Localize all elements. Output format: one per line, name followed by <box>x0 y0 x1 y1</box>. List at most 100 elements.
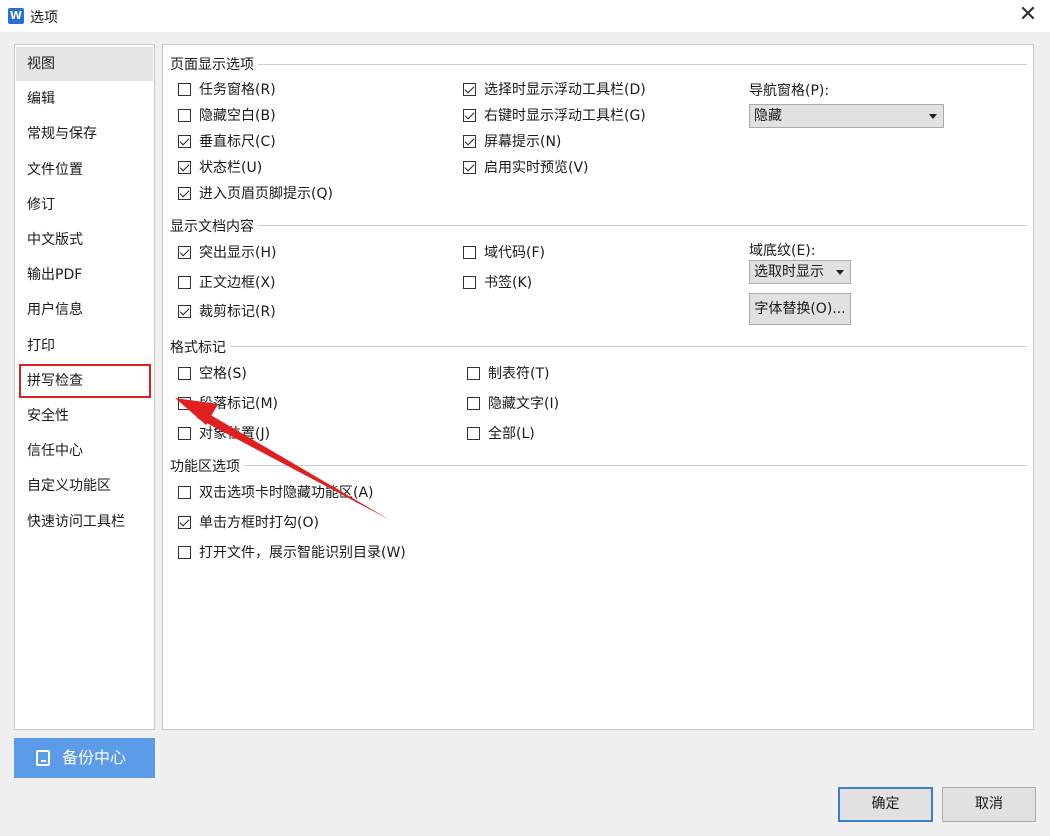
sidebar-item[interactable]: 自定义功能区 <box>16 469 153 503</box>
checkbox-bookmarks[interactable]: 书签(K) <box>463 274 532 292</box>
checkbox-vertical-ruler[interactable]: 垂直标尺(C) <box>178 133 276 151</box>
sidebar-item[interactable]: 编辑 <box>16 82 153 116</box>
font-substitution-button[interactable]: 字体替换(O)... <box>749 293 851 325</box>
checkbox-label: 双击选项卡时隐藏功能区(A) <box>199 485 374 501</box>
checkbox-task-pane[interactable]: 任务窗格(R) <box>178 81 276 99</box>
sidebar-item[interactable]: 视图 <box>16 47 153 81</box>
checkbox-object-anchors[interactable]: 对象位置(J) <box>178 425 270 443</box>
section-divider <box>171 346 1027 347</box>
checkbox-field-codes[interactable]: 域代码(F) <box>463 244 545 262</box>
field-shading-label: 域底纹(E): <box>749 243 816 259</box>
nav-pane-value: 隐藏 <box>754 108 782 124</box>
checkbox-box[interactable] <box>467 397 480 410</box>
checkbox-screen-tips[interactable]: 屏幕提示(N) <box>463 133 561 151</box>
options-content-panel: 页面显示选项 任务窗格(R) 隐藏空白(B) 垂直标尺(C) 状态栏(U) 进入… <box>162 44 1034 730</box>
checkbox-all-marks[interactable]: 全部(L) <box>467 425 535 443</box>
ok-button[interactable]: 确定 <box>838 787 933 822</box>
sidebar-item[interactable]: 输出PDF <box>16 258 153 292</box>
checkbox-label: 隐藏空白(B) <box>199 108 276 124</box>
chevron-down-icon <box>929 114 937 119</box>
checkbox-box[interactable] <box>178 187 191 200</box>
section-title-doc-content: 显示文档内容 <box>170 216 258 236</box>
checkbox-box[interactable] <box>178 397 191 410</box>
section-divider <box>171 64 1027 65</box>
checkbox-box[interactable] <box>467 427 480 440</box>
checkbox-box[interactable] <box>178 305 191 318</box>
checkbox-label: 突出显示(H) <box>199 245 277 261</box>
sidebar-item[interactable]: 修订 <box>16 188 153 222</box>
sidebar-item[interactable]: 拼写检查 <box>19 363 151 398</box>
checkbox-box[interactable] <box>178 276 191 289</box>
section-divider <box>171 225 1027 226</box>
sidebar-item[interactable]: 文件位置 <box>16 153 153 187</box>
checkbox-paragraph-marks[interactable]: 段落标记(M) <box>178 395 278 413</box>
checkbox-box[interactable] <box>467 367 480 380</box>
checkbox-label: 段落标记(M) <box>199 396 279 412</box>
checkbox-box[interactable] <box>178 135 191 148</box>
checkbox-crop-marks[interactable]: 裁剪标记(R) <box>178 303 276 321</box>
checkbox-float-toolbar-select[interactable]: 选择时显示浮动工具栏(D) <box>463 81 646 99</box>
backup-center-button[interactable]: 备份中心 <box>14 738 155 778</box>
checkbox-label: 进入页眉页脚提示(Q) <box>199 186 333 202</box>
sidebar-item[interactable]: 常规与保存 <box>16 117 153 151</box>
checkbox-highlight[interactable]: 突出显示(H) <box>178 244 276 262</box>
checkbox-label: 对象位置(J) <box>199 426 271 442</box>
checkbox-box[interactable] <box>178 246 191 259</box>
checkbox-box[interactable] <box>463 161 476 174</box>
checkbox-live-preview[interactable]: 启用实时预览(V) <box>463 159 589 177</box>
section-title-ribbon: 功能区选项 <box>170 456 244 476</box>
section-title-format-marks: 格式标记 <box>170 337 230 357</box>
sidebar-item[interactable]: 快速访问工具栏 <box>16 505 153 539</box>
checkbox-text-boundaries[interactable]: 正文边框(X) <box>178 274 276 292</box>
checkbox-tab-characters[interactable]: 制表符(T) <box>467 365 549 383</box>
checkbox-hide-blank[interactable]: 隐藏空白(B) <box>178 107 276 125</box>
checkbox-status-bar[interactable]: 状态栏(U) <box>178 159 262 177</box>
section-divider <box>171 465 1027 466</box>
nav-pane-label: 导航窗格(P): <box>749 83 830 99</box>
checkbox-box[interactable] <box>178 546 191 559</box>
checkbox-label: 选择时显示浮动工具栏(D) <box>484 82 646 98</box>
checkbox-box[interactable] <box>178 516 191 529</box>
sidebar-item[interactable]: 中文版式 <box>16 223 153 257</box>
checkbox-label: 制表符(T) <box>488 366 550 382</box>
checkbox-box[interactable] <box>178 83 191 96</box>
checkbox-box[interactable] <box>178 109 191 122</box>
checkbox-dblclick-hide-ribbon[interactable]: 双击选项卡时隐藏功能区(A) <box>178 484 374 502</box>
nav-pane-select[interactable]: 隐藏 <box>749 104 944 128</box>
checkbox-box[interactable] <box>178 367 191 380</box>
sidebar-item[interactable]: 安全性 <box>16 399 153 433</box>
checkbox-label: 垂直标尺(C) <box>199 134 276 150</box>
checkbox-hidden-text[interactable]: 隐藏文字(I) <box>467 395 559 413</box>
checkbox-box[interactable] <box>463 246 476 259</box>
checkbox-spaces[interactable]: 空格(S) <box>178 365 247 383</box>
options-sidebar: 视图 编辑 常规与保存 文件位置 修订 中文版式 输出PDF 用户信息 打印 拼写检查 安全性 信任中… <box>14 44 155 730</box>
sidebar-item[interactable]: 信任中心 <box>16 434 153 468</box>
sidebar-item[interactable]: 用户信息 <box>16 293 153 327</box>
chevron-down-icon <box>836 270 844 275</box>
checkbox-header-footer-tip[interactable]: 进入页眉页脚提示(Q) <box>178 185 333 203</box>
checkbox-label: 屏幕提示(N) <box>484 134 562 150</box>
title-bar: W 选项 ✕ <box>0 0 1050 32</box>
checkbox-box[interactable] <box>178 161 191 174</box>
checkbox-box[interactable] <box>463 276 476 289</box>
document-icon <box>36 750 50 766</box>
checkbox-float-toolbar-right-click[interactable]: 右键时显示浮动工具栏(G) <box>463 107 646 125</box>
sidebar-item[interactable]: 打印 <box>16 329 153 363</box>
checkbox-box[interactable] <box>463 83 476 96</box>
cancel-button[interactable]: 取消 <box>942 787 1036 822</box>
checkbox-box[interactable] <box>178 427 191 440</box>
checkbox-label: 状态栏(U) <box>199 160 263 176</box>
checkbox-label: 裁剪标记(R) <box>199 304 276 320</box>
checkbox-box[interactable] <box>463 109 476 122</box>
checkbox-click-to-check[interactable]: 单击方框时打勾(O) <box>178 514 319 532</box>
checkbox-box[interactable] <box>178 486 191 499</box>
checkbox-label: 正文边框(X) <box>199 275 276 291</box>
wps-app-icon: W <box>8 8 24 24</box>
close-icon[interactable]: ✕ <box>1016 2 1040 28</box>
checkbox-label: 全部(L) <box>488 426 535 442</box>
checkbox-label: 任务窗格(R) <box>199 82 276 98</box>
checkbox-box[interactable] <box>463 135 476 148</box>
checkbox-smart-toc[interactable]: 打开文件，展示智能识别目录(W) <box>178 544 406 562</box>
field-shading-select[interactable]: 选取时显示 <box>749 260 851 284</box>
checkbox-label: 书签(K) <box>484 275 533 291</box>
